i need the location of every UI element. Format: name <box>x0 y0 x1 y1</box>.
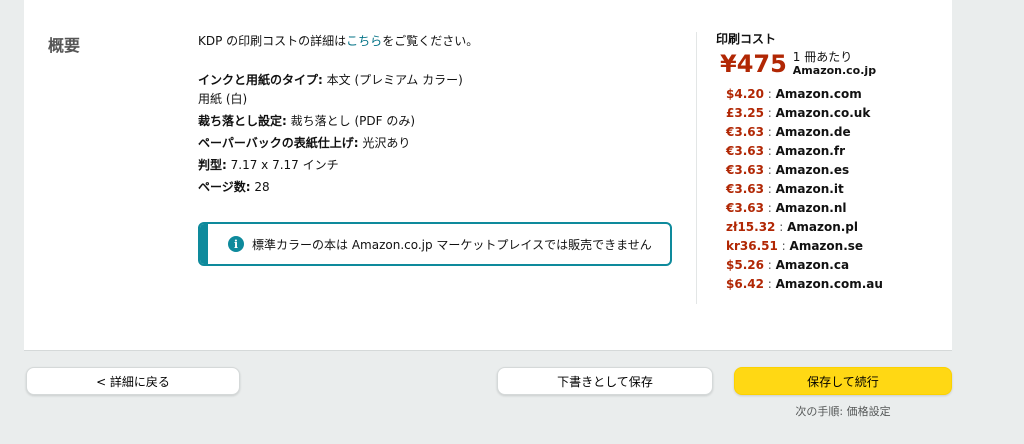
print-cost-intro: KDP の印刷コストの詳細はこちらをご覧ください。 <box>198 34 479 48</box>
marketplace-cost-list: $4.20 : Amazon.com £3.25 : Amazon.co.uk … <box>716 85 936 294</box>
back-to-details-button[interactable]: < 詳細に戻る <box>26 367 240 395</box>
print-details: KDP の印刷コストの詳細はこちらをご覧ください。 インクと用紙のタイプ: 本文… <box>198 32 688 200</box>
main-price: ¥475 1 冊あたり Amazon.co.jp <box>716 50 936 78</box>
section-title: 概要 <box>48 36 81 55</box>
main-market: Amazon.co.jp <box>792 64 877 77</box>
next-step-label: 次の手順: 価格設定 <box>795 405 891 418</box>
page-count: ページ数: 28 <box>198 180 270 194</box>
list-item: zł15.32 : Amazon.pl <box>726 220 858 234</box>
list-item: €3.63 : Amazon.de <box>726 125 851 139</box>
list-item: $5.26 : Amazon.ca <box>726 258 850 272</box>
list-item: £3.25 : Amazon.co.uk <box>726 106 871 120</box>
save-and-continue-button[interactable]: 保存して続行 <box>734 367 952 395</box>
list-item: €3.63 : Amazon.it <box>726 182 844 196</box>
summary-card: 概要 KDP の印刷コストの詳細はこちらをご覧ください。 インクと用紙のタイプ:… <box>24 10 952 351</box>
per-copy-label: 1 冊あたり <box>792 50 853 64</box>
list-item: €3.63 : Amazon.fr <box>726 144 845 158</box>
list-item: $6.42 : Amazon.com.au <box>726 277 883 291</box>
main-price-amount: ¥475 <box>720 50 787 78</box>
bleed-setting: 裁ち落とし設定: 裁ち落とし (PDF のみ) <box>198 114 415 128</box>
print-cost-title: 印刷コスト <box>716 32 777 46</box>
list-item: €3.63 : Amazon.nl <box>726 201 847 215</box>
info-icon: i <box>228 236 244 252</box>
ink-paper-type: インクと用紙のタイプ: 本文 (プレミアム カラー) 用紙 (白) <box>198 73 463 106</box>
trim-size: 判型: 7.17 x 7.17 インチ <box>198 158 339 172</box>
marketplace-alert: i 標準カラーの本は Amazon.co.jp マーケットプレイスでは販売できま… <box>198 222 672 266</box>
list-item: $4.20 : Amazon.com <box>726 87 862 101</box>
list-item: kr36.51 : Amazon.se <box>726 239 864 253</box>
save-draft-button[interactable]: 下書きとして保存 <box>497 367 713 395</box>
column-divider <box>696 32 697 304</box>
print-cost-details-link[interactable]: こちら <box>346 34 382 48</box>
list-item: €3.63 : Amazon.es <box>726 163 850 177</box>
print-cost-panel: 印刷コスト ¥475 1 冊あたり Amazon.co.jp $4.20 : A… <box>716 30 936 294</box>
alert-text: 標準カラーの本は Amazon.co.jp マーケットプレイスでは販売できません <box>252 237 652 252</box>
cover-finish: ペーパーバックの表紙仕上げ: 光沢あり <box>198 136 411 150</box>
